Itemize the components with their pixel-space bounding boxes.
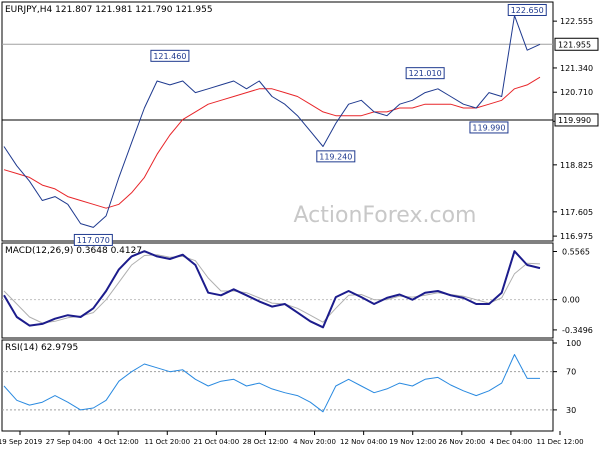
annotation-label: 117.070 <box>77 236 110 245</box>
chart-canvas: ActionForex.com EURJPY,H4 121.807 121.98… <box>0 1 599 446</box>
rsi-axis-tick-label: 30 <box>566 406 576 415</box>
rsi-axis-tick-label: 100 <box>566 339 581 348</box>
time-axis-tick-label: 19 Sep 2019 <box>0 438 42 446</box>
annotation-label: 121.460 <box>153 52 186 61</box>
price-axis-tick-label: 118.825 <box>560 161 593 170</box>
time-axis-tick-label: 19 Nov 12:00 <box>389 438 436 446</box>
time-axis-tick-label: 4 Nov 20:00 <box>293 438 336 446</box>
time-axis-tick-label: 4 Dec 04:00 <box>490 438 533 446</box>
watermark: ActionForex.com <box>294 203 477 228</box>
annotation-label: 122.650 <box>511 6 544 15</box>
annotation-label: 121.010 <box>409 69 442 78</box>
macd-panel-title: MACD(12,26,9) 0.3648 0.4127 <box>5 246 142 256</box>
time-axis-tick-label: 11 Dec 12:00 <box>536 438 583 446</box>
price-panel-title: EURJPY,H4 121.807 121.981 121.790 121.95… <box>5 5 213 15</box>
time-axis-tick-label: 11 Oct 20:00 <box>144 438 190 446</box>
annotation-label: 119.240 <box>319 152 352 161</box>
time-axis-tick-label: 21 Oct 04:00 <box>194 438 240 446</box>
level-line-label: 119.990 <box>558 116 591 125</box>
price-axis-tick-label: 121.340 <box>560 64 593 73</box>
price-axis-tick-label: 117.605 <box>560 208 593 217</box>
time-axis-tick-label: 4 Oct 12:00 <box>98 438 139 446</box>
price-axis-tick-label: 116.975 <box>560 232 593 241</box>
macd-axis-tick-label: -0.3496 <box>562 326 593 335</box>
annotation-label: 119.990 <box>472 123 505 132</box>
macd-axis-tick-label: 0.5565 <box>562 247 590 256</box>
current-price-label: 121.955 <box>558 40 591 49</box>
price-axis-tick-label: 120.710 <box>560 88 593 97</box>
rsi-axis-tick-label: 70 <box>566 368 576 377</box>
macd-panel-frame <box>1 242 554 339</box>
price-axis-tick-label: 122.555 <box>560 17 593 26</box>
macd-axis-tick-label: 0.00 <box>562 296 580 305</box>
rsi-panel-title: RSI(14) 62.9795 <box>5 343 78 353</box>
time-axis-tick-label: 12 Nov 04:00 <box>340 438 387 446</box>
time-axis-tick-label: 28 Oct 12:00 <box>243 438 289 446</box>
time-axis-tick-label: 27 Sep 04:00 <box>46 438 93 446</box>
rsi-panel-frame <box>1 339 554 432</box>
time-axis-tick-label: 26 Nov 20:00 <box>438 438 485 446</box>
